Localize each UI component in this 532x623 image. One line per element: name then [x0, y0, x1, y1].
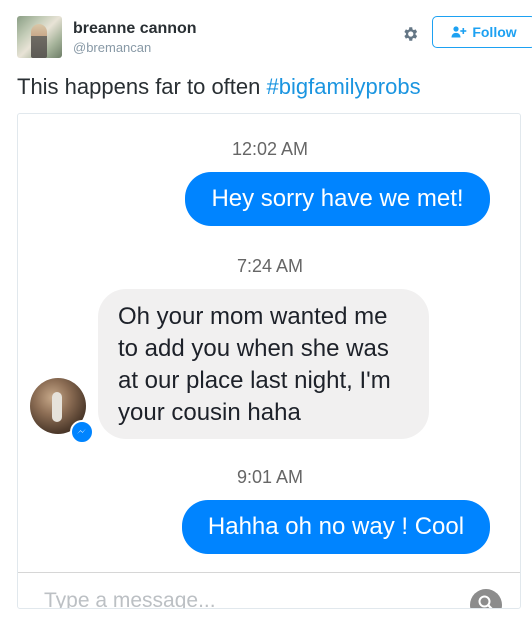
gear-icon[interactable]: [399, 23, 421, 45]
add-user-icon: [451, 26, 467, 38]
tweet-text: This happens far to often #bigfamilyprob…: [17, 74, 421, 100]
search-button[interactable]: [470, 589, 502, 608]
incoming-message[interactable]: Oh your mom wanted me to add you when sh…: [98, 289, 429, 439]
follow-button[interactable]: Follow: [432, 16, 532, 48]
message-timestamp: 7:24 AM: [236, 256, 304, 276]
message-timestamp: 12:02 AM: [231, 139, 309, 159]
message-input[interactable]: [44, 587, 444, 608]
messenger-icon: [70, 420, 94, 444]
hashtag-link[interactable]: #bigfamilyprobs: [267, 74, 421, 99]
tweet-header: breanne cannon @bremancan Follow: [17, 16, 532, 60]
message-timestamp: 9:01 AM: [236, 467, 304, 487]
composer-divider: [18, 572, 520, 573]
user-handle[interactable]: @bremancan: [73, 40, 151, 55]
tweet-page: breanne cannon @bremancan Follow This ha…: [0, 0, 532, 623]
tweet-body: This happens far to often: [17, 74, 267, 99]
user-avatar[interactable]: [17, 16, 62, 58]
outgoing-message[interactable]: Hey sorry have we met!: [185, 172, 490, 226]
follow-label: Follow: [472, 24, 517, 40]
search-icon: [477, 594, 495, 608]
outgoing-message[interactable]: Hahha oh no way ! Cool: [182, 500, 490, 554]
messenger-screenshot: 12:02 AM Hey sorry have we met! 7:24 AM …: [17, 113, 521, 609]
user-name[interactable]: breanne cannon: [73, 20, 197, 38]
